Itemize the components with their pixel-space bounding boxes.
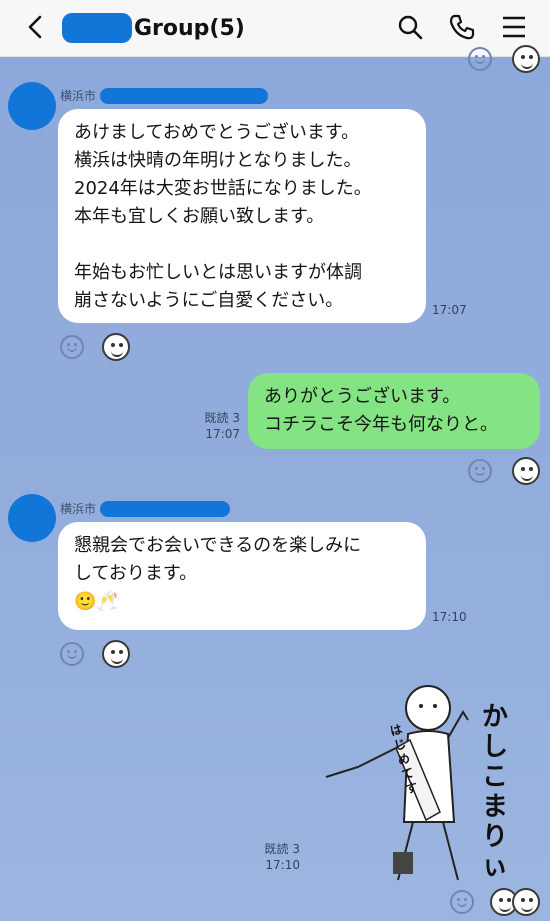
message-bubble[interactable]: あけましておめでとうございます。 横浜は快晴の年明けとなりました。 2024年は… [58,109,426,323]
redacted-group-name [62,13,132,43]
back-icon[interactable] [22,13,50,41]
sender-name: 横浜市 [60,500,231,517]
read-receipt: 既読 3 [204,411,240,425]
group-title: Group(5) [134,15,245,41]
redacted-name [100,500,231,517]
avatar[interactable] [8,82,56,130]
sticker-side-text: かしこまりぃ [482,702,509,882]
reaction-add-icon[interactable] [468,459,492,483]
message-time: 17:07 [205,427,240,441]
menu-icon[interactable] [500,13,528,41]
reaction-emoji-icon[interactable] [512,457,540,485]
message-line: ありがとうございます。 [264,386,461,407]
reaction-emoji-icon[interactable] [512,45,540,73]
chat-header: Group(5) [0,0,550,57]
message-emoji: 🙂🥂 [74,591,119,612]
message-line: 横浜は快晴の年明けとなりました。 [74,150,362,171]
message-line: 年始もお忙しいとは思いますが体調 [74,262,362,283]
message-line: あけましておめでとうございます。 [74,122,360,143]
message-time: 17:10 [432,610,467,624]
reaction-add-icon[interactable] [60,335,84,359]
reaction-emoji-icon[interactable] [512,888,540,916]
message-line: 本年も宜しくお願い致します。 [74,206,325,227]
message-line: 崩さないようにご自愛ください。 [74,290,344,311]
my-message-bubble[interactable]: ありがとうございます。 コチラこそ今年も何なりと。 [248,373,540,449]
redacted-name [100,87,269,104]
message-line: 懇親会でお会いできるのを楽しみに [74,535,362,556]
message-time: 17:07 [432,303,467,317]
reaction-add-icon[interactable] [468,47,492,71]
message-time: 17:10 [265,858,300,872]
search-icon[interactable] [396,13,424,41]
reaction-emoji-icon[interactable] [102,640,130,668]
message-line: しております。 [74,563,198,584]
message-line: 2024年は大変お世話になりました。 [74,178,372,199]
read-receipt: 既読 3 [264,842,300,856]
reaction-add-icon[interactable] [450,890,474,914]
message-line [74,231,410,259]
reaction-add-icon[interactable] [60,642,84,666]
message-line: コチラこそ今年も何なりと。 [264,414,498,435]
reaction-emoji-icon[interactable] [102,333,130,361]
chat-area[interactable]: 横浜市 あけましておめでとうございます。 横浜は快晴の年明けとなりました。 20… [0,45,550,921]
message-bubble[interactable]: 懇親会でお会いできるのを楽しみに しております。 🙂🥂 [58,522,426,630]
sender-name: 横浜市 [60,87,269,104]
chat-title[interactable]: Group(5) [62,12,245,44]
avatar[interactable] [8,494,56,542]
phone-icon[interactable] [448,13,476,41]
